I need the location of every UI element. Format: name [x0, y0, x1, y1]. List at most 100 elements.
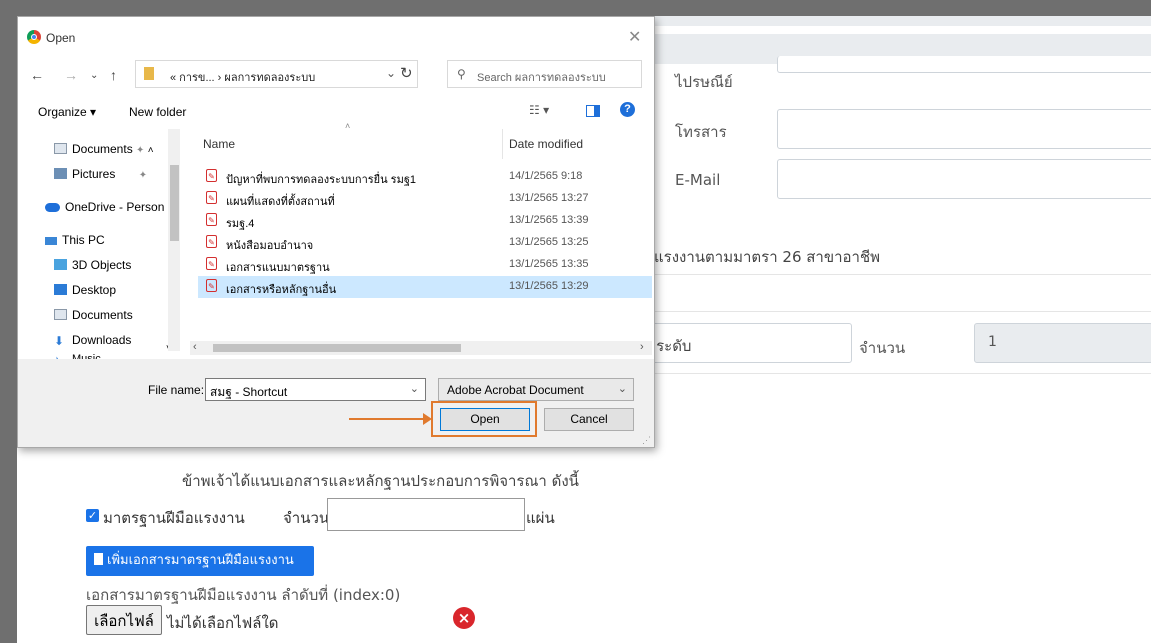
- nav-item-label: Documents: [72, 308, 133, 322]
- desktop-icon: [54, 284, 67, 295]
- column-divider: [502, 129, 503, 159]
- new-folder-button[interactable]: New folder: [129, 105, 186, 119]
- nav-item-downloads[interactable]: ⬇ Downloads: [54, 333, 131, 348]
- fax-label: โทรสาร: [675, 123, 727, 141]
- nav-item-label: 3D Objects: [72, 258, 132, 272]
- sort-arrow-icon: ˄: [345, 121, 351, 131]
- remove-icon[interactable]: ×: [453, 607, 475, 629]
- section-title: อแรงงานตามมาตรา 26 สาขาอาชีพ: [645, 248, 881, 266]
- annotation-arrowhead: [423, 413, 432, 425]
- preview-pane-icon[interactable]: [586, 105, 600, 117]
- file-date: 13/1/2565 13:29: [509, 280, 589, 292]
- open-file-dialog: Open ✕ ← → ⌄ ↑ « การข... › ผลการทดลองระบ…: [17, 16, 655, 448]
- nav-item-documents[interactable]: Documents ✦ ˄: [54, 142, 154, 156]
- address-bar[interactable]: « การข... › ผลการทดลองระบบ ⌄: [135, 60, 418, 88]
- fax-input[interactable]: [777, 109, 1151, 149]
- nav-item-pictures[interactable]: Pictures ✦: [54, 167, 147, 181]
- documents-icon: [54, 309, 67, 320]
- scroll-left-icon[interactable]: ‹: [193, 341, 197, 353]
- email-label: E-Mail: [675, 171, 721, 189]
- file-row[interactable]: ✎ แผนที่แสดงที่ตั้งสถานที่ 13/1/2565 13:27: [198, 188, 652, 210]
- chevron-up-icon[interactable]: ˄: [148, 145, 154, 156]
- nav-item-label: Downloads: [72, 333, 132, 347]
- pages-input[interactable]: [327, 498, 525, 531]
- email-input[interactable]: [777, 159, 1151, 199]
- search-icon: ⚲: [457, 67, 466, 81]
- pin-icon: ✦: [136, 145, 145, 156]
- file-row[interactable]: ✎ เอกสารแนบมาตรฐาน 13/1/2565 13:35: [198, 254, 652, 276]
- file-type-value: Adobe Acrobat Document: [447, 383, 584, 397]
- pdf-icon: ✎: [206, 279, 217, 292]
- dialog-title: Open: [46, 31, 76, 45]
- pages-label: จำนวน: [283, 509, 330, 527]
- file-row[interactable]: ✎ รมฐ.4 13/1/2565 13:39: [198, 210, 652, 232]
- add-document-button[interactable]: เพิ่มเอกสารมาตรฐานฝีมือแรงงาน: [86, 546, 314, 576]
- back-arrow-icon[interactable]: ←: [30, 67, 44, 83]
- onedrive-icon: [45, 203, 60, 212]
- scroll-right-icon[interactable]: ›: [640, 341, 644, 353]
- nav-item-3d-objects[interactable]: 3D Objects: [54, 258, 131, 272]
- attach-statement: ข้าพเจ้าได้แนบเอกสารและหลักฐานประกอบการพ…: [182, 472, 579, 490]
- pdf-icon: ✎: [206, 169, 217, 182]
- forward-arrow-icon[interactable]: →: [64, 67, 78, 83]
- file-name-value: สมฐ - Shortcut: [210, 385, 288, 399]
- file-name: ปัญหาที่พบการทดลองระบบการยื่น รมฐ1: [226, 174, 417, 186]
- divider: [637, 373, 1151, 374]
- close-icon[interactable]: ✕: [628, 27, 641, 47]
- file-name-input[interactable]: สมฐ - Shortcut ⌄: [205, 378, 426, 401]
- column-date-modified[interactable]: Date modified: [509, 137, 583, 151]
- open-button-highlight: [431, 401, 537, 437]
- file-type-select[interactable]: Adobe Acrobat Document ⌄: [438, 378, 634, 401]
- quantity-input[interactable]: 1: [974, 323, 1151, 363]
- nav-item-label: Pictures: [72, 167, 116, 181]
- help-icon[interactable]: ?: [620, 102, 635, 117]
- choose-file-button[interactable]: เลือกไฟล์: [86, 605, 162, 635]
- resize-grip-icon[interactable]: ⋰: [642, 435, 651, 446]
- file-name: เอกสารหรือหลักฐานอื่น: [226, 284, 337, 296]
- refresh-icon[interactable]: ↻: [400, 64, 413, 82]
- add-document-label: เพิ่มเอกสารมาตรฐานฝีมือแรงงาน: [107, 553, 294, 568]
- postal-code-input[interactable]: [777, 56, 1151, 73]
- nav-scrollbar-thumb[interactable]: [170, 165, 179, 241]
- search-box[interactable]: ⚲ Search ผลการทดลองระบบ: [447, 60, 642, 88]
- nav-item-desktop[interactable]: Desktop: [54, 283, 116, 297]
- annotation-arrow: [349, 418, 427, 420]
- horizontal-scrollbar-thumb[interactable]: [213, 344, 461, 352]
- file-row[interactable]: ✎ ปัญหาที่พบการทดลองระบบการยื่น รมฐ1 14/1/…: [198, 166, 652, 188]
- chevron-down-icon: ⌄: [617, 383, 627, 395]
- file-date: 13/1/2565 13:39: [509, 214, 589, 226]
- chevron-down-icon[interactable]: ⌄: [386, 66, 396, 80]
- divider: [637, 274, 1151, 275]
- file-date: 14/1/2565 9:18: [509, 170, 583, 182]
- breadcrumb: « การข... › ผลการทดลองระบบ: [170, 72, 316, 84]
- pin-icon: ✦: [138, 170, 148, 181]
- file-name: แผนที่แสดงที่ตั้งสถานที่: [226, 196, 335, 208]
- pages-unit: แผ่น: [526, 509, 555, 527]
- divider: [637, 311, 1151, 312]
- view-options-icon[interactable]: ☷ ▾: [529, 103, 549, 117]
- file-name: เอกสารแนบมาตรฐาน: [226, 262, 330, 274]
- cancel-button[interactable]: Cancel: [544, 408, 634, 431]
- standard-checkbox[interactable]: ✓: [86, 509, 99, 522]
- nav-item-onedrive[interactable]: OneDrive - Person: [45, 200, 164, 214]
- chevron-down-icon[interactable]: ⌄: [410, 382, 419, 395]
- file-row[interactable]: ✎ หนังสือมอบอำนาจ 13/1/2565 13:25: [198, 232, 652, 254]
- nav-item-this-pc[interactable]: This PC: [45, 233, 105, 247]
- file-name: รมฐ.4: [226, 218, 255, 230]
- column-name[interactable]: Name: [203, 137, 235, 151]
- recent-chevron-icon[interactable]: ⌄: [90, 70, 98, 81]
- nav-item-label: OneDrive - Person: [65, 200, 165, 214]
- nav-item-documents-2[interactable]: Documents: [54, 308, 133, 322]
- pictures-icon: [54, 168, 67, 179]
- top-bar: [637, 16, 1151, 26]
- file-date: 13/1/2565 13:27: [509, 192, 589, 204]
- file-date: 13/1/2565 13:35: [509, 258, 589, 270]
- file-row-selected[interactable]: ✎ เอกสารหรือหลักฐานอื่น 13/1/2565 13:29: [198, 276, 652, 298]
- documents-icon: [54, 143, 67, 154]
- document-index-label: เอกสารมาตรฐานฝีมือแรงงาน ลำดับที่ (index…: [86, 586, 401, 604]
- organize-menu[interactable]: Organize ▾: [38, 105, 96, 119]
- web-form-page: ไปรษณีย์ โทรสาร E-Mail อแรงงานตามมาตรา 2…: [17, 16, 1151, 643]
- this-pc-icon: [45, 237, 57, 245]
- postal-code-label: ไปรษณีย์: [675, 73, 733, 91]
- up-arrow-icon[interactable]: ↑: [110, 67, 117, 83]
